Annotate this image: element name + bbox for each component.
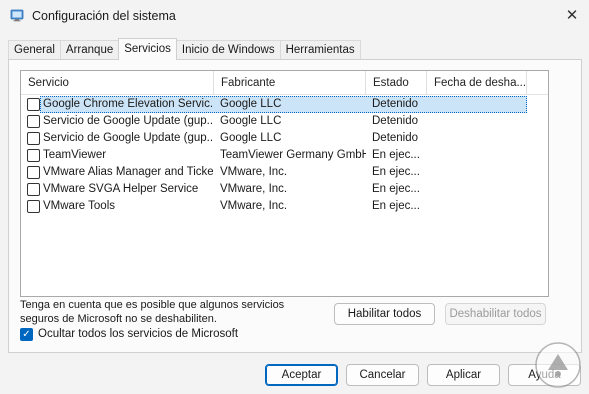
table-row[interactable]: Google Chrome Elevation Servic... Google…: [21, 96, 548, 113]
table-row[interactable]: VMware Tools VMware, Inc. En ejec...: [21, 198, 548, 215]
service-name: VMware Tools: [43, 200, 116, 212]
cancel-button[interactable]: Cancelar: [346, 364, 419, 386]
microsoft-services-note: Tenga en cuenta que es posible que algun…: [20, 298, 310, 326]
column-estado[interactable]: Estado: [366, 71, 427, 95]
service-checkbox[interactable]: [27, 183, 40, 196]
window-title: Configuración del sistema: [32, 9, 176, 23]
service-maker: VMware, Inc.: [220, 200, 288, 212]
table-row[interactable]: TeamViewer TeamViewer Germany GmbH En ej…: [21, 147, 548, 164]
table-row[interactable]: VMware SVGA Helper Service VMware, Inc. …: [21, 181, 548, 198]
service-name: Servicio de Google Update (gup...: [43, 132, 213, 144]
table-row[interactable]: VMware Alias Manager and Ticke... VMware…: [21, 164, 548, 181]
service-state: Detenido: [372, 98, 419, 110]
note-line-2: seguros de Microsoft no se deshabiliten.: [20, 313, 217, 325]
ok-button[interactable]: Aceptar: [265, 364, 338, 386]
hide-ms-checkbox[interactable]: ✓: [20, 327, 33, 341]
service-maker: Google LLC: [220, 115, 282, 127]
service-checkbox[interactable]: [27, 149, 40, 162]
close-icon: ✕: [565, 7, 579, 24]
tab-arranque[interactable]: Arranque: [59, 40, 120, 60]
tab-strip: General Arranque Servicios Inicio de Win…: [8, 38, 361, 60]
services-list[interactable]: Servicio Fabricante Estado Fecha de desh…: [20, 70, 549, 297]
service-name: Servicio de Google Update (gup...: [43, 115, 213, 127]
tab-herramientas[interactable]: Herramientas: [279, 40, 361, 60]
service-name: TeamViewer: [43, 149, 107, 161]
service-checkbox[interactable]: [27, 132, 40, 145]
list-header: Servicio Fabricante Estado Fecha de desh…: [21, 71, 548, 95]
service-name: Google Chrome Elevation Servic...: [43, 98, 213, 110]
apply-button[interactable]: Aplicar: [427, 364, 500, 386]
checkmark-icon: ✓: [22, 328, 31, 340]
service-state: Detenido: [372, 132, 419, 144]
service-state: En ejec...: [372, 166, 420, 178]
service-state: En ejec...: [372, 200, 420, 212]
hide-ms-label: Ocultar todos los servicios de Microsoft: [38, 328, 239, 340]
tab-servicios[interactable]: Servicios: [118, 38, 177, 60]
service-maker: TeamViewer Germany GmbH: [220, 149, 366, 161]
table-row[interactable]: Servicio de Google Update (gup... Google…: [21, 130, 548, 147]
column-servicio[interactable]: Servicio: [21, 71, 214, 95]
note-line-1: Tenga en cuenta que es posible que algun…: [20, 299, 285, 311]
system-config-icon: [10, 9, 24, 22]
service-state: En ejec...: [372, 183, 420, 195]
service-checkbox[interactable]: [27, 200, 40, 213]
title-bar: Configuración del sistema ✕: [0, 0, 589, 34]
service-checkbox[interactable]: [27, 115, 40, 128]
disable-all-button[interactable]: Deshabilitar todos: [445, 303, 546, 325]
service-name: VMware Alias Manager and Ticke...: [43, 166, 213, 178]
column-fecha[interactable]: Fecha de desha...: [427, 71, 527, 95]
service-checkbox[interactable]: [27, 166, 40, 179]
service-name: VMware SVGA Helper Service: [43, 183, 199, 195]
service-state: Detenido: [372, 115, 419, 127]
close-button[interactable]: ✕: [555, 0, 589, 30]
table-row[interactable]: Servicio de Google Update (gup... Google…: [21, 113, 548, 130]
service-maker: VMware, Inc.: [220, 166, 288, 178]
service-state: En ejec...: [372, 149, 420, 161]
tab-inicio-windows[interactable]: Inicio de Windows: [175, 40, 281, 60]
service-maker: Google LLC: [220, 132, 282, 144]
column-fabricante[interactable]: Fabricante: [214, 71, 366, 95]
service-checkbox[interactable]: [27, 98, 40, 111]
tab-general[interactable]: General: [8, 40, 61, 60]
service-maker: VMware, Inc.: [220, 183, 288, 195]
services-panel: Servicio Fabricante Estado Fecha de desh…: [8, 59, 582, 353]
hide-microsoft-services[interactable]: ✓ Ocultar todos los servicios de Microso…: [20, 326, 238, 342]
service-maker: Google LLC: [220, 98, 282, 110]
watermark-logo: [535, 342, 581, 388]
enable-all-button[interactable]: Habilitar todos: [334, 303, 435, 325]
